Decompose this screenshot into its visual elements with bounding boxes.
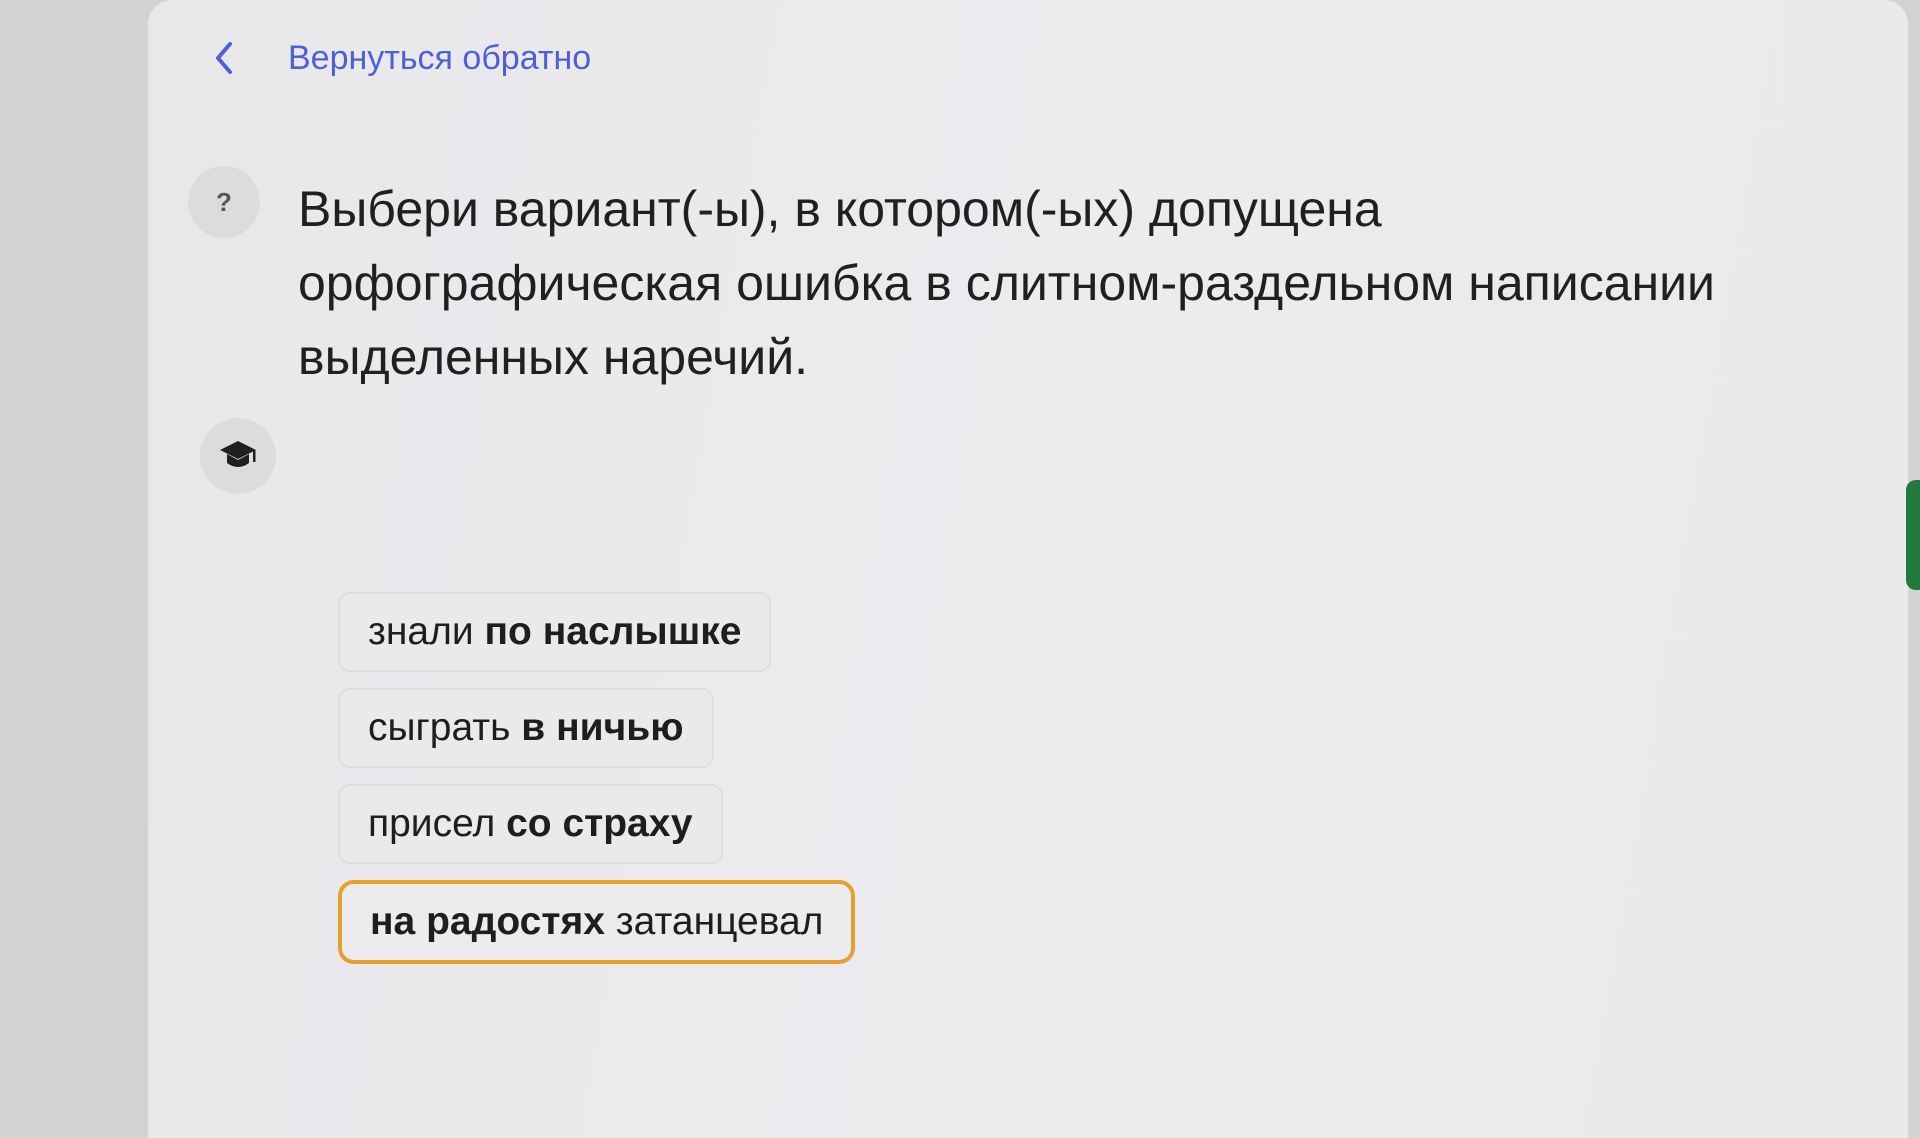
- graduation-cap-icon[interactable]: [200, 418, 276, 494]
- answer-options: знали по наслышке сыграть в ничью присел…: [338, 592, 856, 980]
- task-card: Вернуться обратно ? Выбери вариант(-ы), …: [148, 0, 1908, 1138]
- option-plain-text: присел: [368, 802, 507, 845]
- option-plain-text: знали: [368, 610, 485, 653]
- option-adverb: со страху: [506, 802, 693, 845]
- answer-option-3[interactable]: присел со страху: [338, 784, 723, 864]
- option-adverb: по наслышке: [484, 610, 742, 653]
- side-panel-tab[interactable]: [1906, 480, 1920, 590]
- back-link-label: Вернуться обратно: [288, 38, 592, 77]
- answer-option-1[interactable]: знали по наслышке: [338, 592, 772, 672]
- question-icon[interactable]: ?: [188, 166, 260, 238]
- answer-option-2[interactable]: сыграть в ничью: [338, 688, 714, 768]
- option-adverb: на радостях: [370, 900, 605, 943]
- back-link[interactable]: Вернуться обратно: [210, 38, 591, 78]
- option-adverb: в ничью: [521, 706, 684, 749]
- option-plain-text: затанцевал: [604, 900, 824, 943]
- option-plain-text: сыграть: [368, 706, 522, 749]
- graduation-cap-glyph: [220, 441, 256, 467]
- answer-option-4-selected[interactable]: на радостях затанцевал: [338, 880, 856, 964]
- question-text: Выбери вариант(-ы), в котором(-ых) допущ…: [298, 181, 1715, 385]
- chevron-left-icon: [216, 42, 232, 74]
